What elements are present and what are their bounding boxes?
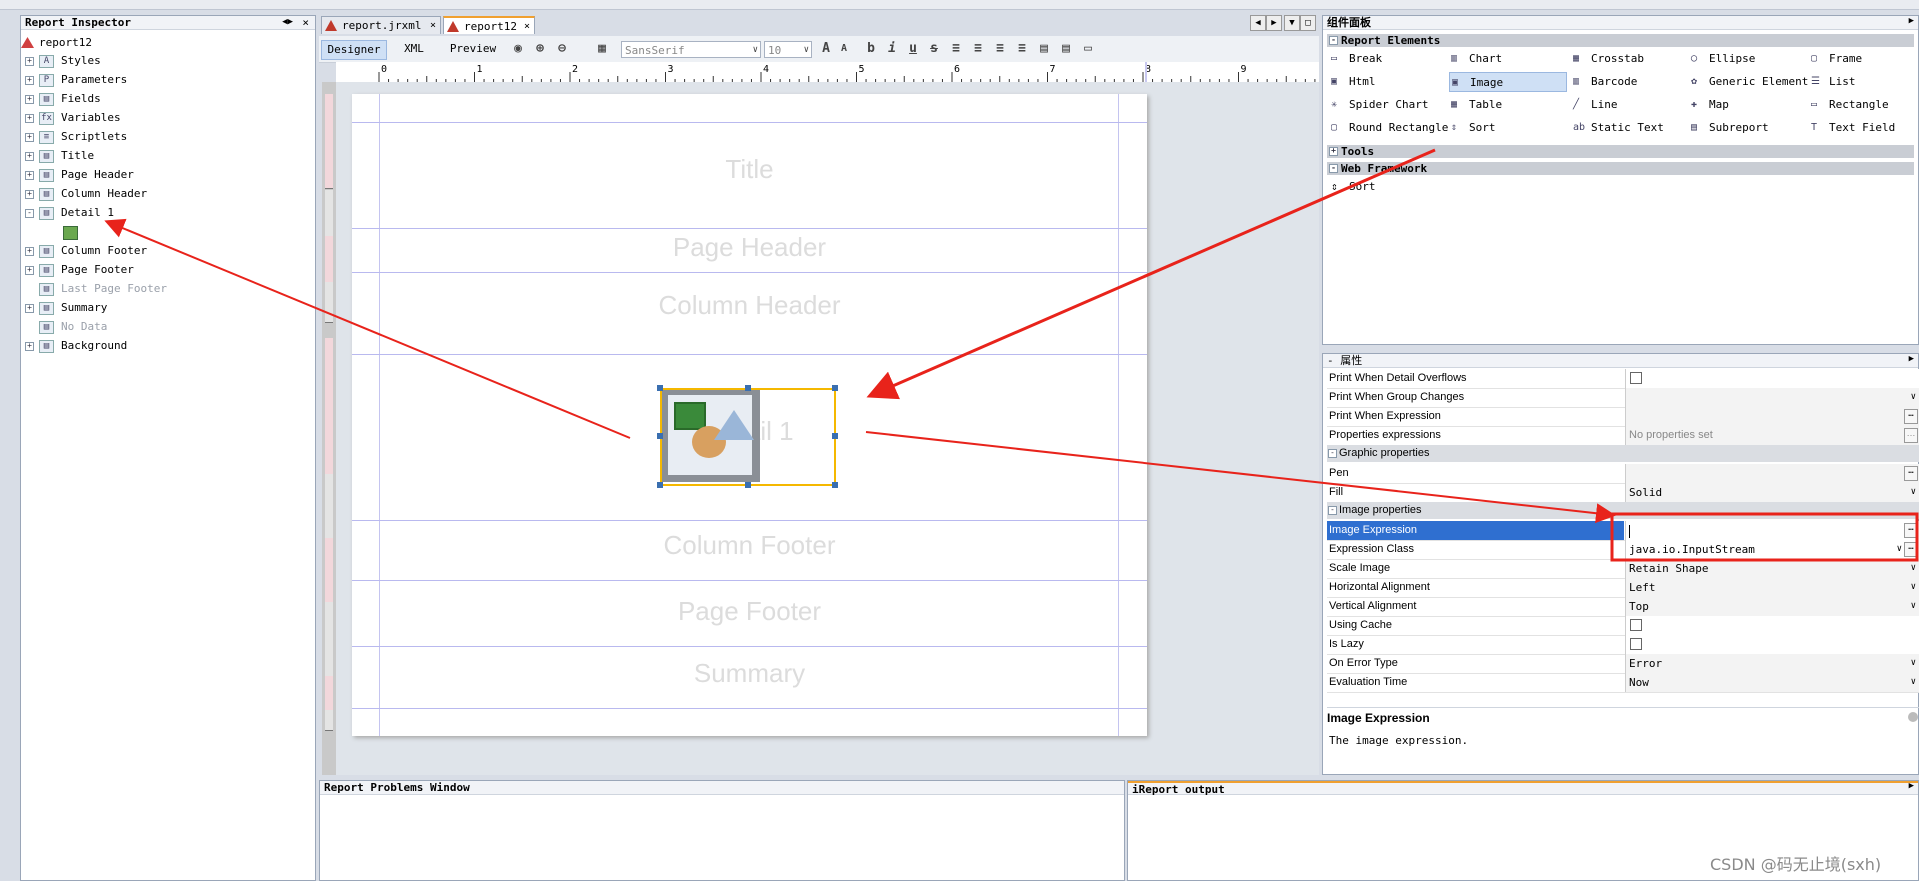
annotation-overlay (104, 148, 1919, 562)
arrow-to-tree-icon (104, 218, 631, 439)
highlight-box-icon (1610, 512, 1919, 562)
arrow-to-property-icon (865, 431, 1616, 524)
arrow-from-palette-icon (866, 148, 1436, 400)
watermark-text: CSDN @码无止境(sxh) (1710, 855, 1882, 874)
